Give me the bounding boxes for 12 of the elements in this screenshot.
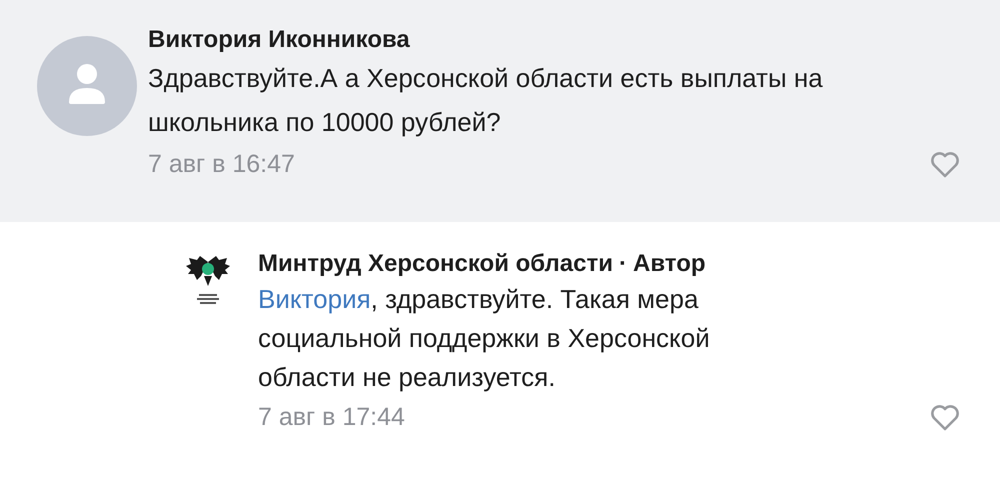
author-name[interactable]: Минтруд Херсонской области xyxy=(258,250,613,278)
like-icon[interactable] xyxy=(930,404,960,430)
separator-dot: · xyxy=(618,250,627,278)
like-icon[interactable] xyxy=(930,152,960,178)
comment-time: 7 авг в 17:44 xyxy=(258,403,405,432)
comment-text: Виктория, здравствуйте. Такая мера социальной поддержки в Херсонской области не реализуется. xyxy=(258,283,711,394)
mention-link[interactable]: Виктория xyxy=(258,284,371,314)
comment-time: 7 авг в 16:47 xyxy=(148,150,295,179)
avatar-icon[interactable] xyxy=(37,36,137,136)
author-label: Автор xyxy=(632,250,706,278)
comment-text: Здравствуйте.А а Херсонской области есть выплаты на школьника по 10000 рублей? xyxy=(148,62,824,139)
author-name[interactable]: Виктория Иконникова xyxy=(148,26,410,54)
